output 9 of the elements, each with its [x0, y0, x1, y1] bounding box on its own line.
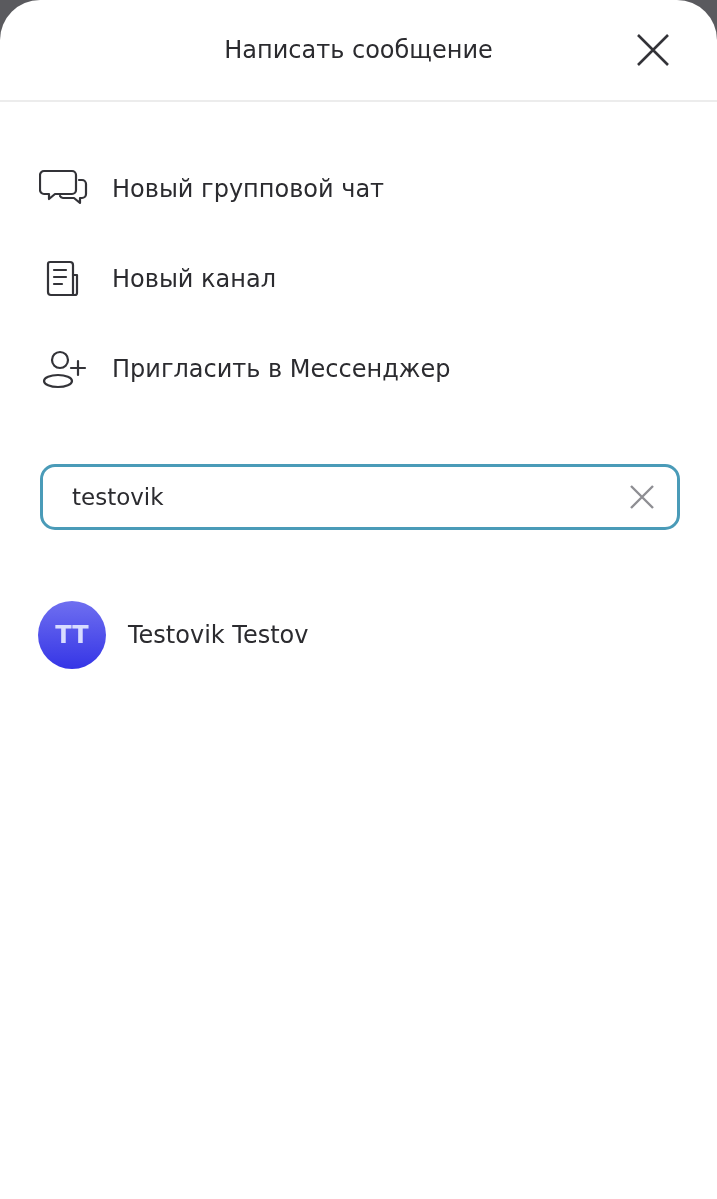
dialog-title: Написать сообщение — [224, 36, 493, 64]
contact-name[interactable]: Testovik Testov — [128, 621, 309, 649]
action-item[interactable]: Новый групповой чат — [38, 144, 717, 234]
action-item[interactable]: Новый канал — [38, 234, 717, 324]
search-field[interactable]: testovik — [40, 464, 680, 530]
avatar: TT — [38, 601, 106, 669]
clear-button[interactable] — [629, 484, 655, 510]
add-user-icon — [40, 349, 88, 389]
action-item[interactable]: Пригласить в Мессенджер — [38, 324, 717, 414]
